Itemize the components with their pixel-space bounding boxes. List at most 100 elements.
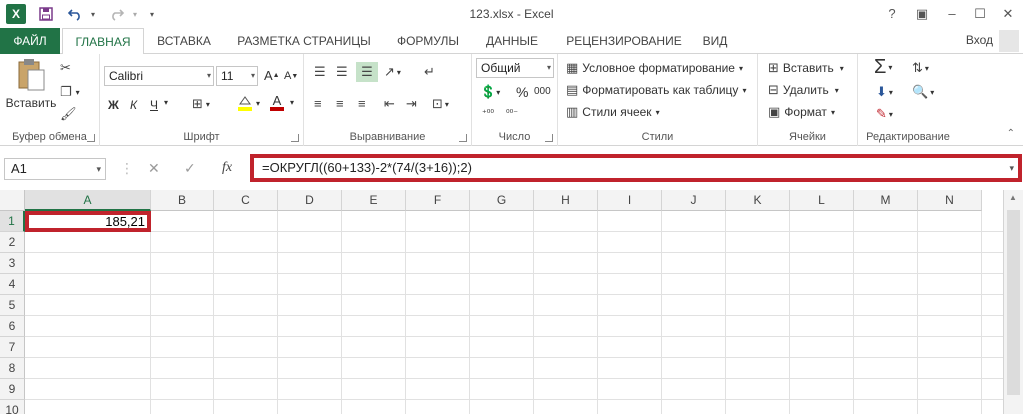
format-painter-icon[interactable]: 🖌 <box>60 106 77 122</box>
cut-icon[interactable]: ✂ <box>60 60 71 76</box>
percent-button[interactable]: % <box>516 84 528 100</box>
row-header-1[interactable]: 1 <box>0 211 25 232</box>
cancel-button[interactable]: ✕ <box>148 160 160 177</box>
tab-page-layout[interactable]: РАЗМЕТКА СТРАНИЦЫ <box>226 28 382 54</box>
select-all-button[interactable] <box>0 190 25 211</box>
paste-button[interactable]: Вставить <box>6 58 56 124</box>
borders-icon[interactable]: ⊞ ▾ <box>192 96 210 112</box>
fill-color-icon[interactable]: ▾ <box>236 94 260 112</box>
thousands-button[interactable]: 000 <box>534 86 551 97</box>
bold-button[interactable]: Ж <box>108 98 119 112</box>
align-right-icon[interactable]: ≡ <box>358 96 366 111</box>
orientation-icon[interactable]: ↗ ▾ <box>384 64 401 80</box>
number-format-box[interactable]: Общий ▾ <box>476 58 554 78</box>
tab-view[interactable]: ВИД <box>698 28 732 54</box>
alignment-launcher-icon[interactable] <box>459 134 467 142</box>
row-header-3[interactable]: 3 <box>0 253 25 274</box>
find-select-icon[interactable]: 🔍 ▾ <box>912 84 934 100</box>
vertical-scrollbar[interactable]: ▲ <box>1003 190 1023 414</box>
format-as-table-button[interactable]: ▤ Форматировать как таблицу ▾ <box>566 82 746 98</box>
autosum-icon[interactable]: Σ ▾ <box>874 56 892 79</box>
column-header-i[interactable]: I <box>598 190 662 211</box>
column-header-f[interactable]: F <box>406 190 470 211</box>
decrease-decimal-icon[interactable]: ⁰⁰⁻ <box>506 108 518 119</box>
copy-icon[interactable]: ❐ ▾ <box>60 84 80 100</box>
font-color-dropdown-icon[interactable]: ▾ <box>290 98 294 107</box>
tab-file[interactable]: ФАЙЛ <box>0 28 60 54</box>
scrollbar-thumb[interactable] <box>1007 210 1020 395</box>
tab-formulas[interactable]: ФОРМУЛЫ <box>388 28 468 54</box>
collapse-ribbon-icon[interactable]: ⌃ <box>1007 128 1015 139</box>
row-header-9[interactable]: 9 <box>0 379 25 400</box>
column-header-n[interactable]: N <box>918 190 982 211</box>
delete-cells-button[interactable]: ⊟ Удалить ▾ <box>768 82 839 98</box>
font-name-box[interactable]: Calibri ▾ <box>104 66 214 86</box>
tab-home[interactable]: ГЛАВНАЯ <box>62 28 144 55</box>
grow-font-button[interactable]: A ▲ <box>264 68 280 83</box>
column-header-b[interactable]: B <box>151 190 214 211</box>
align-bottom-icon[interactable]: ☰ <box>356 62 378 82</box>
clipboard-launcher-icon[interactable] <box>87 134 95 142</box>
column-header-j[interactable]: J <box>662 190 726 211</box>
row-header-6[interactable]: 6 <box>0 316 25 337</box>
avatar[interactable] <box>999 30 1019 52</box>
signin-link[interactable]: Вход <box>966 33 993 47</box>
minimize-button[interactable]: – <box>940 3 964 25</box>
wrap-text-icon[interactable]: ↵ <box>424 64 435 80</box>
column-header-h[interactable]: H <box>534 190 598 211</box>
column-header-l[interactable]: L <box>790 190 854 211</box>
tab-insert[interactable]: ВСТАВКА <box>148 28 220 54</box>
italic-button[interactable]: К <box>130 98 137 112</box>
merge-center-icon[interactable]: ⊡ ▾ <box>432 96 449 112</box>
row-header-4[interactable]: 4 <box>0 274 25 295</box>
clear-icon[interactable]: ✎ ▾ <box>876 106 893 122</box>
increase-indent-icon[interactable]: ⇥ <box>406 96 417 112</box>
row-header-10[interactable]: 10 <box>0 400 25 414</box>
column-header-e[interactable]: E <box>342 190 406 211</box>
insert-function-button[interactable]: fx <box>222 160 232 176</box>
font-launcher-icon[interactable] <box>291 134 299 142</box>
format-cells-button[interactable]: ▣ Формат ▾ <box>768 104 835 120</box>
cell-a1[interactable]: 185,21 <box>25 211 151 232</box>
delete-cells-icon: ⊟ <box>768 82 779 97</box>
row-header-7[interactable]: 7 <box>0 337 25 358</box>
column-header-g[interactable]: G <box>470 190 534 211</box>
row-header-5[interactable]: 5 <box>0 295 25 316</box>
conditional-formatting-button[interactable]: ▦ Условное форматирование ▾ <box>566 60 743 76</box>
ribbon-display-button[interactable]: ▣ <box>910 3 934 25</box>
number-launcher-icon[interactable] <box>545 134 553 142</box>
name-box[interactable]: A1 ▾ <box>4 158 106 180</box>
column-header-d[interactable]: D <box>278 190 342 211</box>
help-button[interactable]: ? <box>880 3 904 25</box>
column-header-a[interactable]: A <box>25 190 151 211</box>
column-header-c[interactable]: C <box>214 190 278 211</box>
sort-filter-icon[interactable]: ⇅ ▾ <box>912 60 929 76</box>
align-center-icon[interactable]: ≡ <box>336 96 344 111</box>
currency-icon[interactable]: 💲 ▾ <box>480 84 500 100</box>
align-top-icon[interactable]: ☰ <box>314 64 326 80</box>
align-middle-icon[interactable]: ☰ <box>336 64 348 80</box>
insert-cells-button[interactable]: ⊞ Вставить ▾ <box>768 60 844 76</box>
tab-data[interactable]: ДАННЫЕ <box>476 28 548 54</box>
underline-dropdown-icon[interactable]: ▾ <box>164 98 168 107</box>
font-color-button[interactable]: А <box>270 94 284 111</box>
worksheet-grid[interactable]: A B C D E F G H I J K L M N 1 2 3 4 5 6 … <box>0 190 1023 414</box>
row-header-8[interactable]: 8 <box>0 358 25 379</box>
align-left-icon[interactable]: ≡ <box>314 96 322 111</box>
tab-review[interactable]: РЕЦЕНЗИРОВАНИЕ <box>556 28 692 54</box>
close-button[interactable]: ✕ <box>996 3 1020 25</box>
scroll-up-icon[interactable]: ▲ <box>1009 193 1017 202</box>
increase-decimal-icon[interactable]: ⁺⁰⁰ <box>482 108 494 119</box>
column-header-k[interactable]: K <box>726 190 790 211</box>
row-header-2[interactable]: 2 <box>0 232 25 253</box>
formula-input[interactable]: =ОКРУГЛ((60+133)-2*(74/(3+16));2) ▾ <box>250 154 1022 182</box>
enter-button[interactable]: ✓ <box>184 160 196 177</box>
decrease-indent-icon[interactable]: ⇤ <box>384 96 395 112</box>
underline-button[interactable]: Ч <box>150 98 158 112</box>
maximize-button[interactable]: ☐ <box>968 3 992 25</box>
fill-icon[interactable]: ⬇ ▾ <box>876 84 893 100</box>
font-size-box[interactable]: 11 ▾ <box>216 66 258 86</box>
cell-styles-button[interactable]: ▥ Стили ячеек ▾ <box>566 104 660 120</box>
shrink-font-button[interactable]: A ▼ <box>284 70 298 82</box>
column-header-m[interactable]: M <box>854 190 918 211</box>
